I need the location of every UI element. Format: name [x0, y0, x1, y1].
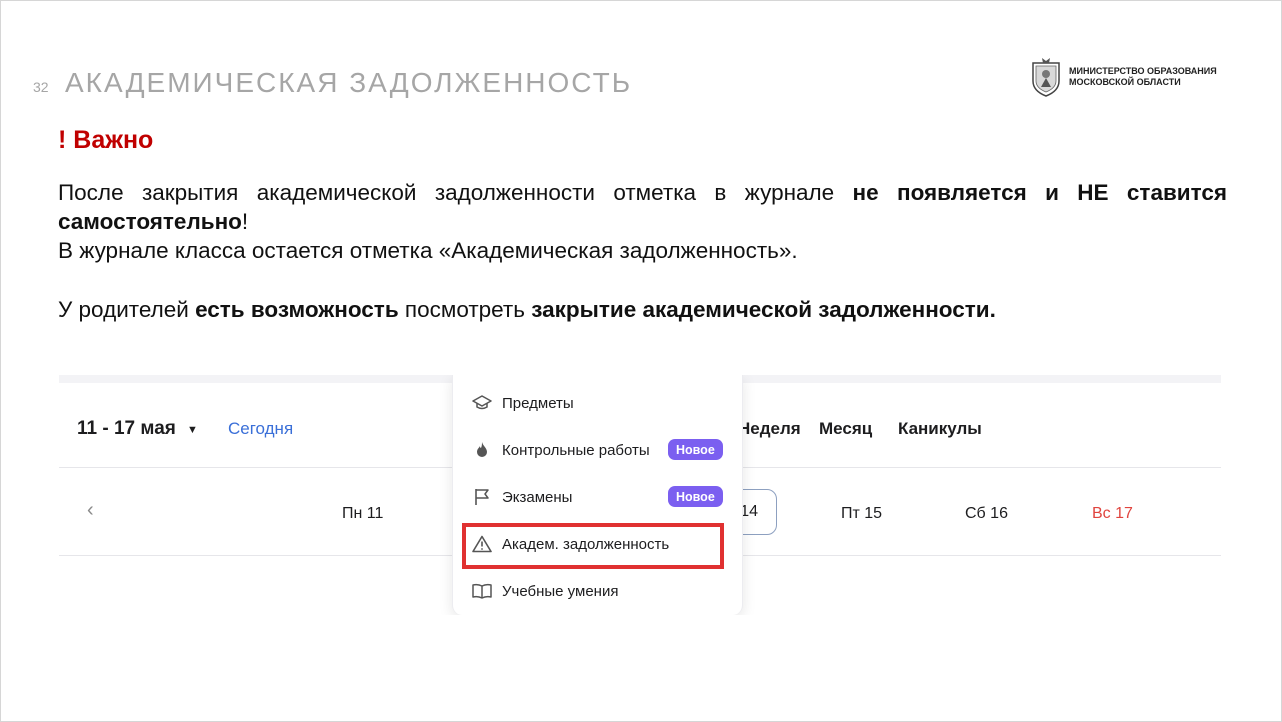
important-heading: ! Важно — [58, 126, 154, 154]
tab-month[interactable]: Месяц — [819, 419, 872, 439]
p1-text-a: После закрытия академической задолженнос… — [58, 180, 853, 205]
emblem-icon — [1032, 58, 1060, 97]
tab-holidays[interactable]: Каникулы — [898, 419, 982, 439]
page-number: 32 — [33, 79, 49, 95]
p2-bold-1: есть возможность — [195, 297, 399, 322]
flag-icon — [471, 486, 493, 508]
new-badge: Новое — [668, 486, 723, 507]
ministry-name: МИНИСТЕРСТВО ОБРАЗОВАНИЯ МОСКОВСКОЙ ОБЛА… — [1069, 66, 1217, 88]
menu-item-skills[interactable]: Учебные умения — [471, 576, 618, 606]
menu-item-label: Учебные умения — [502, 582, 619, 600]
graduation-cap-icon — [471, 392, 493, 414]
p2-text-a: У родителей — [58, 297, 196, 322]
slide-title: АКАДЕМИЧЕСКАЯ ЗАДОЛЖЕННОСТЬ — [65, 67, 633, 98]
paragraph-closure-note: После закрытия академической задолженнос… — [58, 178, 1227, 265]
ministry-name-line1: МИНИСТЕРСТВО ОБРАЗОВАНИЯ — [1069, 66, 1217, 76]
new-badge: Новое — [668, 439, 723, 460]
day-friday[interactable]: Пт 15 — [841, 505, 882, 523]
menu-item-subjects[interactable]: Предметы — [471, 388, 574, 418]
chevron-left-icon[interactable]: ‹ — [87, 499, 94, 522]
menu-item-label: Контрольные работы — [502, 441, 650, 459]
day-sunday[interactable]: Вс 17 — [1092, 505, 1133, 523]
menu-item-tests[interactable]: Контрольные работы — [471, 435, 650, 465]
p1-text-c: ! — [241, 209, 249, 234]
day-monday[interactable]: Пн 11 — [342, 505, 383, 523]
day-saturday[interactable]: Сб 16 — [965, 505, 1008, 523]
p1-line2: В журнале класса остается отметка «Акаде… — [58, 238, 798, 263]
journal-dropdown-menu: Предметы Контрольные работы Новое Экзаме… — [452, 375, 743, 615]
paragraph-parents: У родителей есть возможность посмотреть … — [58, 295, 1227, 324]
menu-item-label: Предметы — [502, 394, 574, 412]
journal-screenshot: 11 - 17 мая ▼ Сегодня Неделя Месяц Каник… — [59, 375, 1221, 615]
p2-bold-2: закрытие академической задолженности. — [531, 297, 996, 322]
book-icon — [471, 580, 493, 602]
tab-week[interactable]: Неделя — [738, 419, 801, 439]
ministry-name-line2: МОСКОВСКОЙ ОБЛАСТИ — [1069, 77, 1181, 87]
date-range-selector[interactable]: 11 - 17 мая — [77, 418, 176, 440]
p2-text-c: посмотреть — [398, 297, 532, 322]
menu-item-label: Экзамены — [502, 488, 573, 506]
caret-down-icon[interactable]: ▼ — [187, 424, 198, 436]
ministry-logo: МИНИСТЕРСТВО ОБРАЗОВАНИЯ МОСКОВСКОЙ ОБЛА… — [1031, 57, 1217, 97]
fire-icon — [471, 439, 493, 461]
highlight-frame — [462, 523, 724, 569]
slide: 32 АКАДЕМИЧЕСКАЯ ЗАДОЛЖЕННОСТЬ МИНИСТЕРС… — [0, 0, 1282, 722]
today-link[interactable]: Сегодня — [228, 419, 293, 439]
menu-item-exams[interactable]: Экзамены — [471, 482, 572, 512]
